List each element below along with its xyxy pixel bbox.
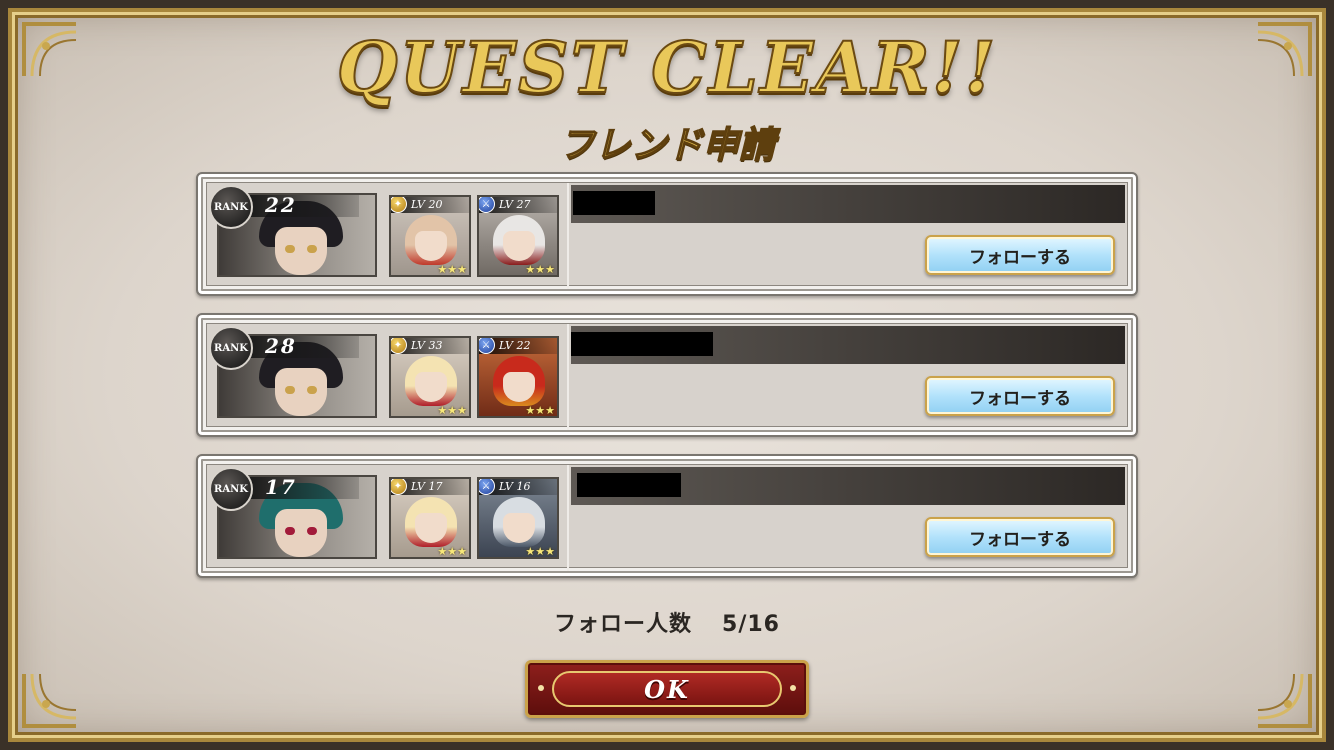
player-name-redacted (577, 473, 681, 497)
player-name-bar (571, 326, 1125, 364)
leader-face (275, 368, 327, 416)
rarity-stars-icon: ★★★ (525, 263, 555, 276)
friend-card: 17 RANK ✦ LV 17 ★★★ ⚔ LV 16 ★★★ フォローする (196, 454, 1138, 578)
support-unit-1[interactable]: ✦ LV 17 ★★★ (389, 477, 471, 559)
ok-button-label: OK (552, 671, 782, 707)
player-name-bar (571, 467, 1125, 505)
rarity-stars-icon: ★★★ (525, 545, 555, 558)
friend-card-body: 28 RANK ✦ LV 33 ★★★ ⚔ LV 22 ★★★ フォローする (206, 323, 1128, 430)
support-unit-1[interactable]: ✦ LV 20 ★★★ (389, 195, 471, 277)
leader-face (275, 227, 327, 275)
follow-count-value: 5/16 (722, 612, 780, 637)
unit-level: LV 22 (499, 339, 531, 352)
friend-request-heading: フレンド申請 (558, 124, 776, 167)
unit-level: LV 27 (499, 198, 531, 211)
card-divider (567, 465, 569, 571)
follow-count-label: フォロー人数 (554, 612, 693, 637)
staff-type-icon: ✦ (391, 338, 407, 354)
rarity-stars-icon: ★★★ (437, 404, 467, 417)
follow-button[interactable]: フォローする (925, 235, 1115, 275)
player-name-bar (571, 185, 1125, 223)
leader-eye (307, 527, 317, 535)
sword-type-icon: ⚔ (479, 479, 495, 495)
corner-ornament-icon (1256, 672, 1312, 728)
ok-button[interactable]: OK (525, 660, 809, 718)
sword-type-icon: ⚔ (479, 338, 495, 354)
support-unit-1[interactable]: ✦ LV 33 ★★★ (389, 336, 471, 418)
card-divider (567, 183, 569, 289)
unit-level: LV 33 (411, 339, 443, 352)
friend-card: 22 RANK ✦ LV 20 ★★★ ⚔ LV 27 ★★★ フォローする (196, 172, 1138, 296)
player-name-redacted (571, 332, 713, 356)
unit-level: LV 16 (499, 480, 531, 493)
unit-level: LV 20 (411, 198, 443, 211)
leader-eye (285, 386, 295, 394)
leader-eye (307, 245, 317, 253)
rank-value: 28 (265, 334, 297, 358)
sword-type-icon: ⚔ (479, 197, 495, 213)
player-name-redacted (573, 191, 655, 215)
follow-button[interactable]: フォローする (925, 517, 1115, 557)
card-divider (567, 324, 569, 430)
rank-badge-icon: RANK (209, 185, 253, 229)
support-unit-2[interactable]: ⚔ LV 16 ★★★ (477, 477, 559, 559)
leader-face (275, 509, 327, 557)
rarity-stars-icon: ★★★ (437, 545, 467, 558)
rank-badge-icon: RANK (209, 467, 253, 511)
ok-button-ornament (790, 685, 796, 691)
support-unit-2[interactable]: ⚔ LV 22 ★★★ (477, 336, 559, 418)
staff-type-icon: ✦ (391, 197, 407, 213)
follow-button[interactable]: フォローする (925, 376, 1115, 416)
ok-button-ornament (538, 685, 544, 691)
rank-badge-icon: RANK (209, 326, 253, 370)
quest-clear-title: QUEST CLEAR!! (336, 25, 998, 110)
friend-card-body: 17 RANK ✦ LV 17 ★★★ ⚔ LV 16 ★★★ フォローする (206, 464, 1128, 571)
leader-eye (307, 386, 317, 394)
corner-ornament-icon (22, 672, 78, 728)
unit-level: LV 17 (411, 480, 443, 493)
support-unit-2[interactable]: ⚔ LV 27 ★★★ (477, 195, 559, 277)
rank-value: 17 (265, 475, 297, 499)
follow-count: フォロー人数 5/16 (0, 606, 1334, 638)
staff-type-icon: ✦ (391, 479, 407, 495)
friend-card-body: 22 RANK ✦ LV 20 ★★★ ⚔ LV 27 ★★★ フォローする (206, 182, 1128, 289)
rarity-stars-icon: ★★★ (525, 404, 555, 417)
leader-eye (285, 527, 295, 535)
rank-value: 22 (265, 193, 297, 217)
friend-card: 28 RANK ✦ LV 33 ★★★ ⚔ LV 22 ★★★ フォローする (196, 313, 1138, 437)
rarity-stars-icon: ★★★ (437, 263, 467, 276)
leader-eye (285, 245, 295, 253)
